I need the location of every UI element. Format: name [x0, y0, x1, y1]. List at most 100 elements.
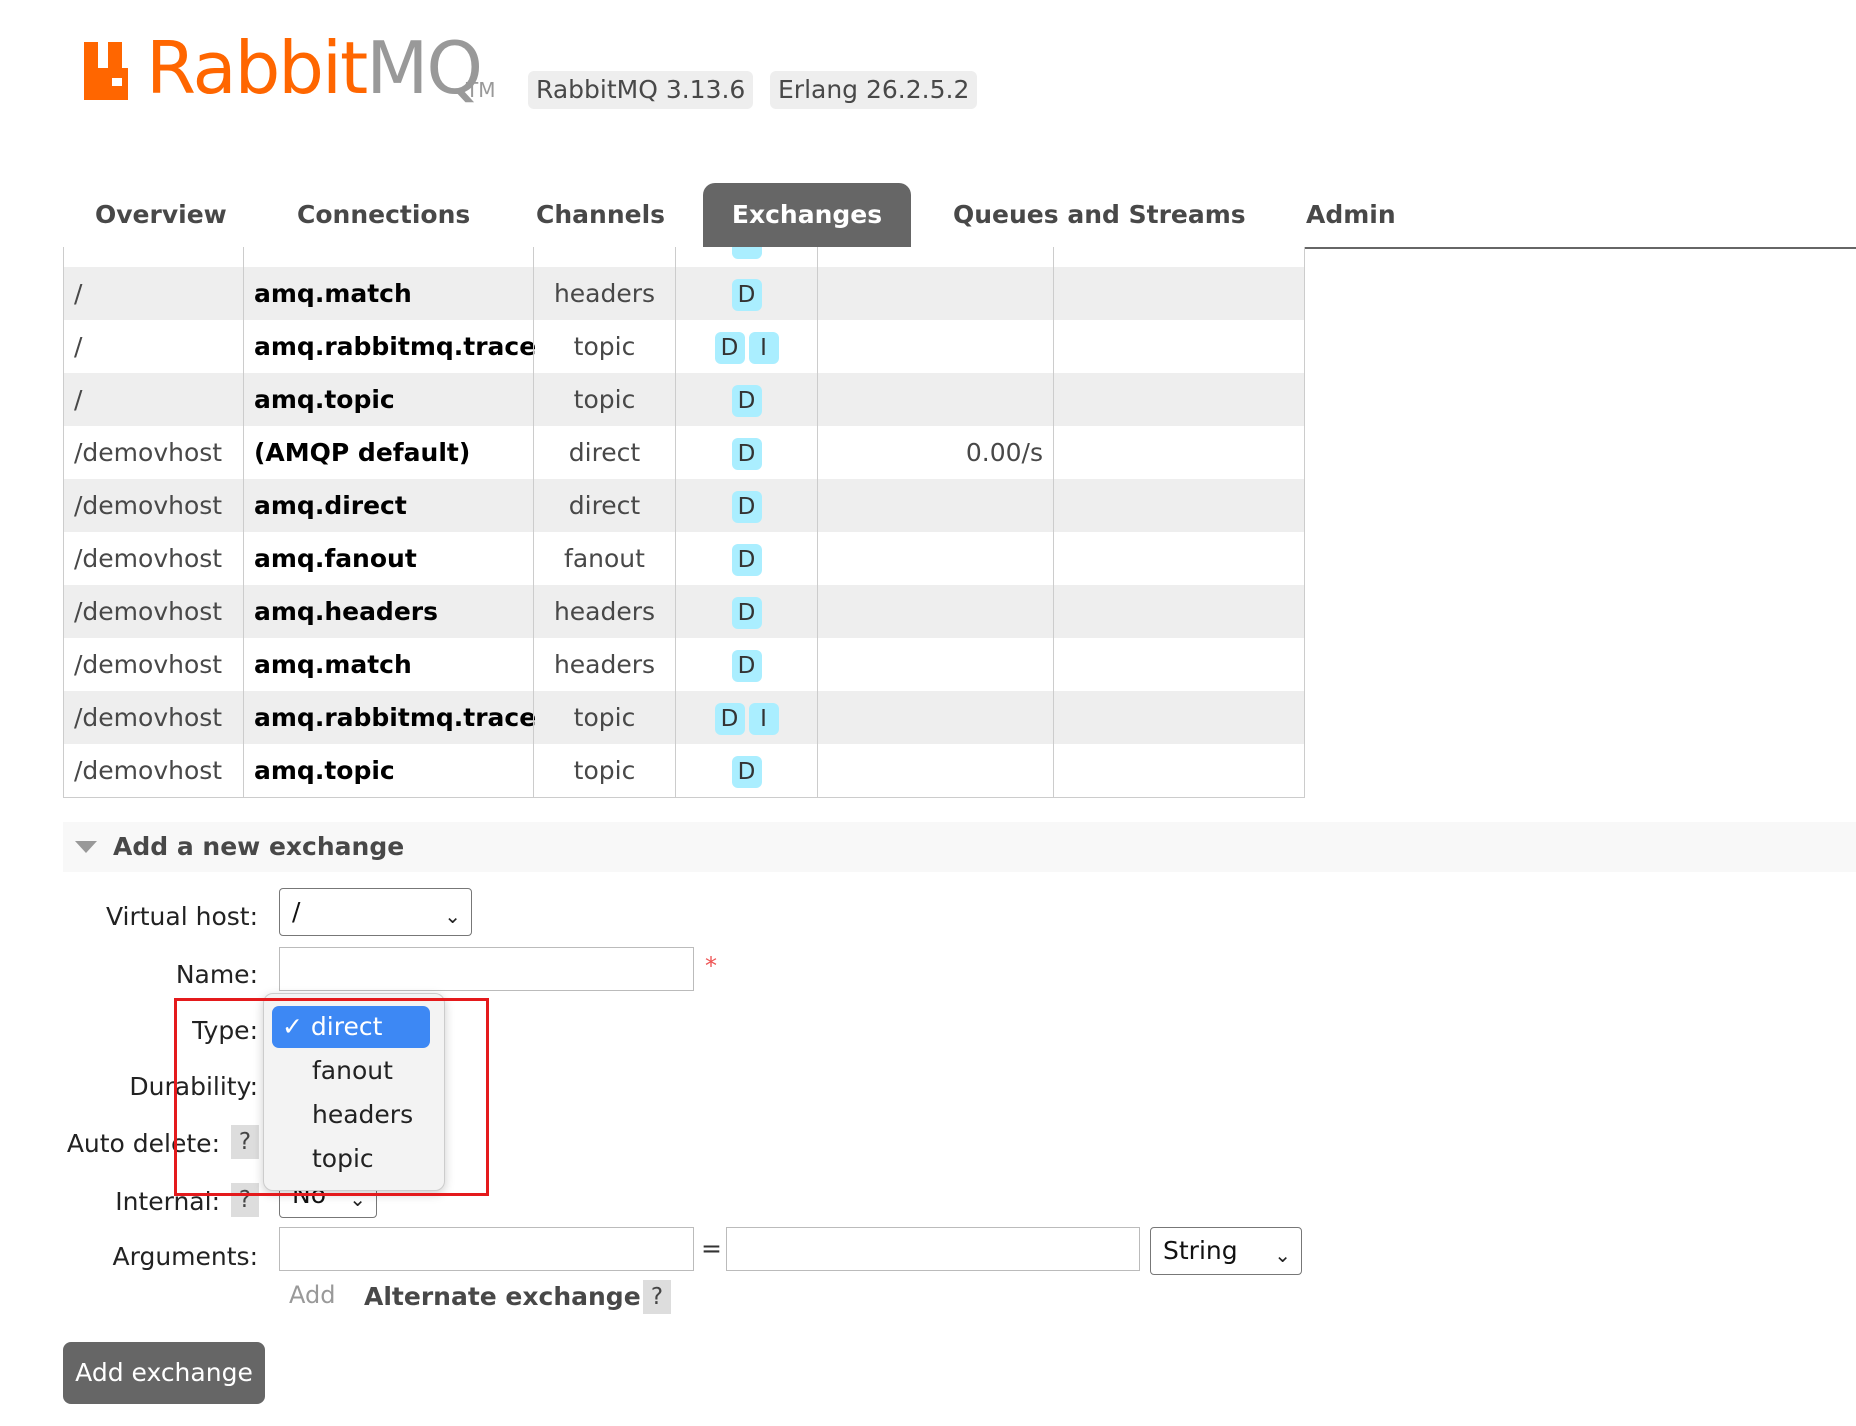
tab-overview[interactable]: Overview	[95, 183, 227, 247]
exchange-type-cell: direct	[533, 479, 675, 532]
vhost-cell: /demovhost	[63, 426, 243, 479]
feature-badge-internal: I	[748, 332, 779, 364]
table-row[interactable]: /demovhost (AMQP default) direct D 0.00/s	[63, 426, 1305, 480]
tab-admin[interactable]: Admin	[1306, 183, 1396, 247]
features-cell: D	[675, 373, 817, 426]
exchange-type-cell: topic	[533, 373, 675, 426]
table-row-partial	[63, 247, 1305, 268]
argument-type-select[interactable]: String ⌄	[1150, 1227, 1302, 1275]
exchange-name-cell[interactable]: amq.rabbitmq.trace	[243, 320, 536, 373]
table-row[interactable]: / amq.topic topic D	[63, 373, 1305, 427]
vhost-cell: /demovhost	[63, 479, 243, 532]
features-cell: D	[675, 426, 817, 479]
table-row[interactable]: /demovhost amq.rabbitmq.trace topic D I	[63, 691, 1305, 745]
exchange-name-cell[interactable]: amq.rabbitmq.trace	[243, 691, 536, 744]
features-cell: D	[675, 585, 817, 638]
exchange-name-cell[interactable]: amq.fanout	[243, 532, 533, 585]
features-cell: D	[675, 638, 817, 691]
vhost-cell: /demovhost	[63, 585, 243, 638]
add-exchange-button[interactable]: Add exchange	[63, 1342, 265, 1404]
message-rate-in-cell	[817, 691, 1053, 744]
name-input[interactable]	[279, 947, 694, 991]
feature-badge-durable: D	[731, 756, 762, 788]
rabbitmq-logo: RabbitMQ TM	[84, 26, 504, 110]
message-rate-in-cell	[817, 373, 1053, 426]
message-rate-in-cell	[817, 267, 1053, 320]
table-row[interactable]: /demovhost amq.topic topic D	[63, 744, 1305, 798]
vhost-cell: /demovhost	[63, 532, 243, 585]
rabbitmq-version-badge: RabbitMQ 3.13.6	[528, 71, 754, 109]
message-rate-out-cell	[1053, 267, 1305, 320]
alternate-exchange-help-icon[interactable]: ?	[643, 1280, 671, 1314]
name-label: Name:	[175, 960, 258, 989]
tab-queues-and-streams[interactable]: Queues and Streams	[953, 183, 1246, 247]
message-rate-out-cell	[1053, 585, 1305, 638]
add-argument-link[interactable]: Add	[289, 1281, 335, 1309]
features-cell: DI	[675, 691, 817, 744]
add-exchange-section-header[interactable]: Add a new exchange	[63, 822, 1856, 872]
exchange-type-cell: topic	[533, 320, 675, 373]
argument-type-value: String	[1163, 1236, 1238, 1265]
exchange-name-cell[interactable]: amq.topic	[243, 744, 533, 797]
arguments-label: Arguments:	[112, 1242, 258, 1271]
argument-value-input[interactable]	[726, 1227, 1140, 1271]
features-cell: D	[675, 267, 817, 320]
message-rate-in-cell: 0.00/s	[817, 426, 1053, 479]
message-rate-in-cell	[817, 320, 1053, 373]
feature-badge-durable: D	[714, 332, 745, 364]
section-title: Add a new exchange	[113, 832, 405, 861]
exchange-name-cell[interactable]: amq.topic	[243, 373, 533, 426]
table-row[interactable]: / amq.rabbitmq.trace topic D I	[63, 320, 1305, 374]
vhost-cell: /demovhost	[63, 638, 243, 691]
message-rate-out-cell	[1053, 373, 1305, 426]
message-rate-in-cell	[817, 532, 1053, 585]
table-row[interactable]: / amq.match headers D	[63, 267, 1305, 321]
message-rate-in-cell	[817, 479, 1053, 532]
feature-badge-durable: D	[731, 544, 762, 576]
logo-text-mq: MQ	[366, 26, 483, 110]
feature-badge-durable: D	[714, 703, 745, 735]
exchange-name-cell[interactable]: amq.direct	[243, 479, 533, 532]
virtual-host-select[interactable]: / ⌄	[279, 888, 472, 936]
exchange-name-cell[interactable]: (AMQP default)	[243, 426, 533, 479]
message-rate-in-cell	[817, 638, 1053, 691]
exchanges-table: / amq.match headers D / amq.rabbitmq.trace top…	[63, 247, 1305, 798]
alternate-exchange-link[interactable]: Alternate exchange	[364, 1282, 641, 1311]
feature-badge-durable: D	[731, 597, 762, 629]
table-row[interactable]: /demovhost amq.fanout fanout D	[63, 532, 1305, 586]
tab-connections[interactable]: Connections	[297, 183, 470, 247]
exchange-type-cell: fanout	[533, 532, 675, 585]
exchange-name-cell[interactable]: amq.headers	[243, 585, 533, 638]
tab-exchanges[interactable]: Exchanges	[703, 183, 911, 247]
vhost-cell: /demovhost	[63, 744, 243, 797]
table-row[interactable]: /demovhost amq.direct direct D	[63, 479, 1305, 533]
exchange-name-cell[interactable]: amq.match	[243, 638, 533, 691]
highlight-box	[174, 998, 489, 1196]
features-cell: D	[675, 744, 817, 797]
features-cell: DI	[675, 320, 817, 373]
main-nav-tabs: Overview Connections Channels Exchanges …	[63, 183, 1856, 249]
table-row[interactable]: /demovhost amq.match headers D	[63, 638, 1305, 692]
message-rate-out-cell	[1053, 479, 1305, 532]
feature-badge-durable: D	[731, 491, 762, 523]
exchange-type-cell: headers	[533, 585, 675, 638]
message-rate-out-cell	[1053, 532, 1305, 585]
exchange-type-cell: topic	[533, 744, 675, 797]
rabbitmq-logo-icon	[84, 42, 128, 100]
vhost-cell: /demovhost	[63, 691, 243, 744]
chevron-down-icon: ⌄	[1274, 1243, 1291, 1267]
exchange-name-cell[interactable]: amq.match	[243, 267, 533, 320]
exchange-type-cell: topic	[533, 691, 675, 744]
feature-badge-durable: D	[731, 650, 762, 682]
argument-key-input[interactable]	[279, 1227, 694, 1271]
table-row[interactable]: /demovhost amq.headers headers D	[63, 585, 1305, 639]
vhost-cell: /	[63, 267, 243, 320]
collapse-triangle-icon	[75, 841, 97, 853]
message-rate-out-cell	[1053, 691, 1305, 744]
logo-text-rabbit: Rabbit	[146, 26, 368, 110]
features-cell: D	[675, 479, 817, 532]
vhost-cell: /	[63, 320, 243, 373]
erlang-version-badge: Erlang 26.2.5.2	[770, 71, 978, 109]
exchange-type-cell: direct	[533, 426, 675, 479]
tab-channels[interactable]: Channels	[536, 183, 665, 247]
